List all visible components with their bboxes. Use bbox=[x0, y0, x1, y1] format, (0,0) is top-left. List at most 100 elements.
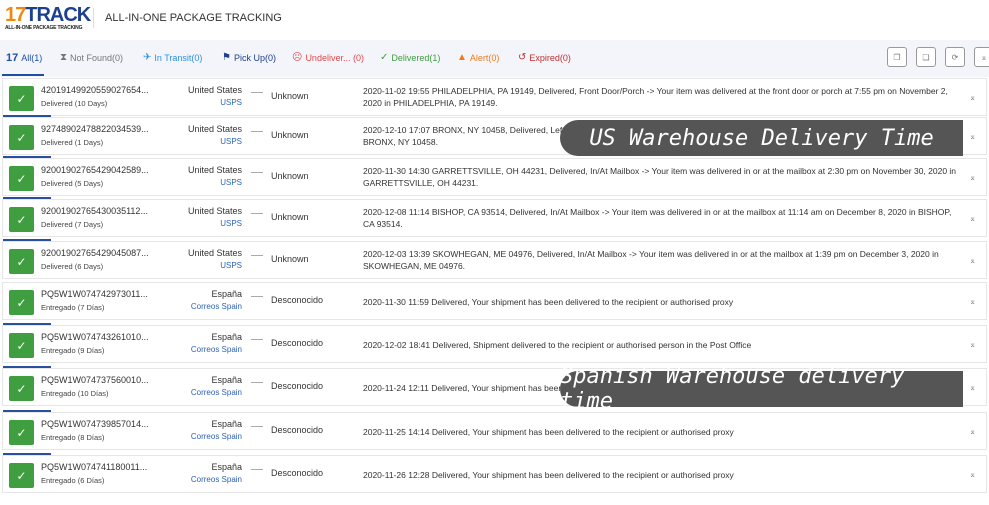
tab-check[interactable]: ✓ Delivered(1) bbox=[380, 52, 440, 63]
expand-icon[interactable]: ⌅ bbox=[969, 470, 976, 479]
carrier-link[interactable]: Correos Spain bbox=[191, 475, 242, 484]
tab-plane[interactable]: ✈ In Transit(0) bbox=[143, 52, 202, 63]
delivery-status: Entregado (6 Días) bbox=[41, 476, 105, 485]
copy-all-button[interactable]: ❏ bbox=[916, 47, 936, 67]
delivered-check-icon: ✓ bbox=[9, 86, 34, 111]
tab-flag[interactable]: ⚑ Pick Up(0) bbox=[222, 52, 276, 63]
expand-icon[interactable]: ⌅ bbox=[969, 297, 976, 306]
copy-button[interactable]: ❐ bbox=[887, 47, 907, 67]
tracking-number[interactable]: PQ5W1W074737560010... bbox=[41, 375, 149, 385]
tab-hourglass[interactable]: ⧗ Not Found(0) bbox=[60, 52, 123, 63]
delivery-status: Delivered (7 Days) bbox=[41, 220, 104, 229]
tracking-row[interactable]: ✓ 92001902765430035112... Delivered (7 D… bbox=[2, 197, 987, 237]
delivered-check-icon: ✓ bbox=[9, 376, 34, 401]
arrow-icon bbox=[251, 213, 263, 214]
origin-country: España bbox=[211, 462, 242, 472]
tab-label: Expired(0) bbox=[529, 52, 571, 63]
plane-icon: ✈ bbox=[143, 52, 152, 63]
sad-face-icon: ☹ bbox=[292, 52, 303, 63]
collapse-button[interactable]: ⌅ bbox=[974, 47, 989, 67]
origin-country: United States bbox=[187, 248, 242, 258]
arrow-icon bbox=[251, 469, 263, 470]
17track-logo[interactable]: 17TRACK ALL-IN-ONE PACKAGE TRACKING bbox=[5, 5, 91, 31]
tracking-number[interactable]: PQ5W1W074739857014... bbox=[41, 419, 149, 429]
tracking-number[interactable]: PQ5W1W074743261010... bbox=[41, 332, 149, 342]
carrier-link[interactable]: USPS bbox=[220, 137, 242, 146]
origin-country: United States bbox=[187, 165, 242, 175]
carrier-link[interactable]: Correos Spain bbox=[191, 345, 242, 354]
tracking-row[interactable]: ✓ PQ5W1W074743261010... Entregado (9 Día… bbox=[2, 323, 987, 363]
row-accent bbox=[3, 156, 51, 158]
tracking-number[interactable]: PQ5W1W074742973011... bbox=[41, 289, 148, 299]
delivery-status: Delivered (6 Days) bbox=[41, 262, 104, 271]
tracking-number[interactable]: 92748902478822034539... bbox=[41, 124, 149, 134]
carrier-link[interactable]: Correos Spain bbox=[191, 302, 242, 311]
tracking-row[interactable]: ✓ 42019149920559027654... Delivered (10 … bbox=[2, 78, 987, 116]
17track-icon: 17 bbox=[6, 52, 19, 64]
delivered-check-icon: ✓ bbox=[9, 125, 34, 150]
origin-country: España bbox=[211, 289, 242, 299]
tracking-number[interactable]: 92001902765430035112... bbox=[41, 206, 148, 216]
latest-event: 2020-11-25 14:14 Delivered, Your shipmen… bbox=[363, 427, 734, 437]
destination-country: Desconocido bbox=[271, 295, 324, 305]
row-accent bbox=[3, 323, 51, 325]
tab-label: All(1) bbox=[21, 53, 43, 63]
refresh-button[interactable]: ⟳ bbox=[945, 47, 965, 67]
refresh-icon: ⟳ bbox=[951, 52, 959, 62]
destination-country: Unknown bbox=[271, 212, 309, 222]
carrier-link[interactable]: Correos Spain bbox=[191, 388, 242, 397]
tab-label: Undeliver... (0) bbox=[305, 52, 364, 63]
expand-icon[interactable]: ⌅ bbox=[969, 427, 976, 436]
collapse-icon: ⌅ bbox=[980, 52, 988, 62]
expand-icon[interactable]: ⌅ bbox=[969, 214, 976, 223]
tracking-row[interactable]: ✓ PQ5W1W074739857014... Entregado (8 Día… bbox=[2, 410, 987, 450]
carrier-link[interactable]: USPS bbox=[220, 98, 242, 107]
tracking-number[interactable]: 42019149920559027654... bbox=[41, 85, 149, 95]
expand-icon[interactable]: ⌅ bbox=[969, 340, 976, 349]
tracking-number[interactable]: PQ5W1W074741180011... bbox=[41, 462, 147, 472]
tab-label: Alert(0) bbox=[469, 52, 500, 63]
row-accent bbox=[3, 197, 51, 199]
app-header: 17TRACK ALL-IN-ONE PACKAGE TRACKING ALL-… bbox=[0, 0, 989, 38]
tracking-row[interactable]: ✓ PQ5W1W074741180011... Entregado (6 Día… bbox=[2, 453, 987, 493]
arrow-icon bbox=[251, 131, 263, 132]
tracking-row[interactable]: ✓ 92001902765429045087... Delivered (6 D… bbox=[2, 239, 987, 279]
latest-event: 2020-11-30 11:59 Delivered, Your shipmen… bbox=[363, 297, 734, 307]
delivered-check-icon: ✓ bbox=[9, 333, 34, 358]
carrier-link[interactable]: Correos Spain bbox=[191, 432, 242, 441]
delivery-status: Entregado (9 Días) bbox=[41, 346, 105, 355]
tab-sad-face[interactable]: ☹ Undeliver... (0) bbox=[292, 52, 364, 63]
flag-icon: ⚑ bbox=[222, 52, 231, 63]
expand-icon[interactable]: ⌅ bbox=[969, 132, 976, 141]
tab-17-logo[interactable]: 17 All(1) bbox=[6, 52, 42, 64]
latest-event: 2020-12-02 18:41 Delivered, Shipment del… bbox=[363, 340, 752, 350]
origin-country: España bbox=[211, 419, 242, 429]
carrier-link[interactable]: USPS bbox=[220, 178, 242, 187]
tracking-row[interactable]: ✓ PQ5W1W074742973011... Entregado (7 Día… bbox=[2, 282, 987, 320]
tab-clock-history[interactable]: ↺ Expired(0) bbox=[518, 52, 571, 63]
destination-country: Desconocido bbox=[271, 425, 324, 435]
delivery-status: Entregado (10 Días) bbox=[41, 389, 109, 398]
expand-icon[interactable]: ⌅ bbox=[969, 256, 976, 265]
destination-country: Unknown bbox=[271, 91, 309, 101]
delivery-status: Delivered (10 Days) bbox=[41, 99, 108, 108]
destination-country: Desconocido bbox=[271, 468, 324, 478]
tracking-number[interactable]: 92001902765429045087... bbox=[41, 248, 149, 258]
destination-country: Unknown bbox=[271, 171, 309, 181]
tracking-row[interactable]: ✓ 92001902765429042589... Delivered (5 D… bbox=[2, 156, 987, 196]
carrier-link[interactable]: USPS bbox=[220, 219, 242, 228]
tracking-number[interactable]: 92001902765429042589... bbox=[41, 165, 149, 175]
delivery-status: Entregado (7 Días) bbox=[41, 303, 105, 312]
warning-icon: ▲ bbox=[457, 52, 467, 63]
delivered-check-icon: ✓ bbox=[9, 420, 34, 445]
destination-country: Unknown bbox=[271, 130, 309, 140]
arrow-icon bbox=[251, 339, 263, 340]
expand-icon[interactable]: ⌅ bbox=[969, 173, 976, 182]
expand-icon[interactable]: ⌅ bbox=[969, 93, 976, 102]
hourglass-icon: ⧗ bbox=[60, 52, 68, 63]
latest-event: 2020-11-26 12:28 Delivered, Your shipmen… bbox=[363, 470, 734, 480]
delivered-check-icon: ✓ bbox=[9, 249, 34, 274]
tab-warning[interactable]: ▲ Alert(0) bbox=[457, 52, 499, 63]
expand-icon[interactable]: ⌅ bbox=[969, 383, 976, 392]
carrier-link[interactable]: USPS bbox=[220, 261, 242, 270]
